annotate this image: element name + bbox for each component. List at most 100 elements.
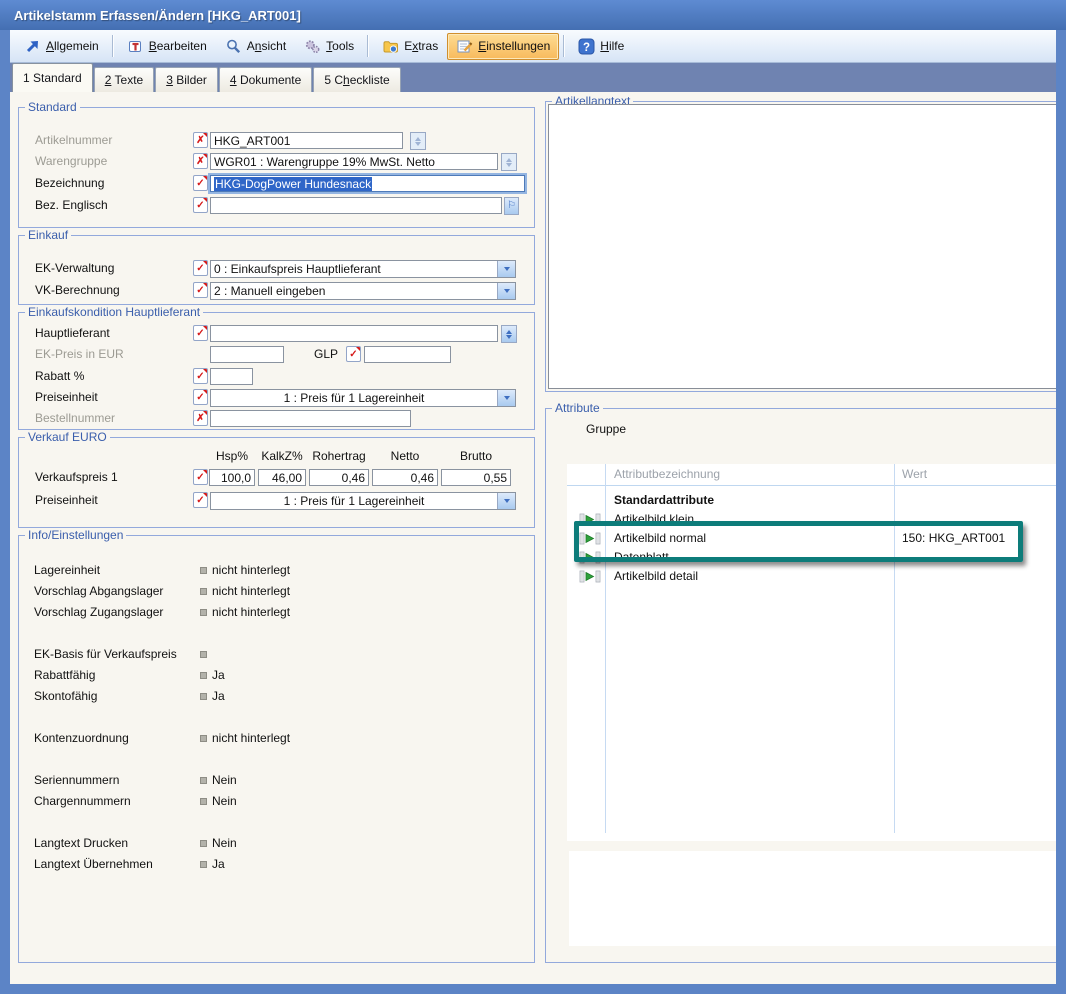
group-info: Info/Einstellungen Lagereinheitnicht hin… xyxy=(18,535,535,963)
x-icon[interactable]: ✗ xyxy=(193,410,208,426)
check-icon[interactable]: ✓ xyxy=(193,325,208,341)
vk-berechnung-select[interactable]: 2 : Manuell eingeben xyxy=(210,282,516,300)
ek-verwaltung-select[interactable]: 0 : Einkaufspreis Hauptlieferant xyxy=(210,260,516,278)
menu-item-label: Bearbeiten xyxy=(149,39,207,53)
info-label: Vorschlag Abgangslager xyxy=(34,583,163,599)
bullet-icon xyxy=(200,861,207,868)
check-icon[interactable]: ✓ xyxy=(193,389,208,405)
artikelnummer-input[interactable]: HKG_ART001 xyxy=(210,132,403,149)
info-value: Ja xyxy=(212,667,225,683)
info-value: Nein xyxy=(212,793,237,809)
bullet-icon xyxy=(200,693,207,700)
menu-item-extras[interactable]: Extras xyxy=(373,33,447,60)
brutto-input[interactable]: 0,55 xyxy=(441,469,511,486)
attribute-row-artikelbild-normal[interactable]: Artikelbild normal150: HKG_ART001 xyxy=(567,529,1056,548)
x-icon[interactable]: ✗ xyxy=(193,153,208,169)
bestellnummer-input[interactable] xyxy=(210,410,411,427)
menu-item-hilfe[interactable]: ?Hilfe xyxy=(569,33,633,60)
menu-item-tools[interactable]: Tools xyxy=(295,33,363,60)
ek-preis-input[interactable] xyxy=(210,346,284,363)
check-icon[interactable]: ✓ xyxy=(193,282,208,298)
rabatt-input[interactable] xyxy=(210,368,253,385)
warengruppe-input[interactable]: WGR01 : Warengruppe 19% MwSt. Netto xyxy=(210,153,498,170)
tab-1-standard[interactable]: 1 Standard xyxy=(12,63,93,92)
check-icon[interactable]: ✓ xyxy=(193,197,208,213)
group-attribute: Attribute Gruppe Attributbezeichnung Wer… xyxy=(545,408,1056,963)
folder-icon xyxy=(382,38,399,55)
attribute-name: Artikelbild klein xyxy=(614,510,694,528)
bestellnummer-label: Bestellnummer xyxy=(35,410,115,427)
menu-item-allgemein[interactable]: Allgemein xyxy=(15,33,108,60)
settings-form-icon xyxy=(456,38,473,55)
tab-3-bilder[interactable]: 3 Bilder xyxy=(155,67,218,92)
menu-item-bearbeiten[interactable]: Bearbeiten xyxy=(118,33,216,60)
dropdown-arrow-icon[interactable] xyxy=(497,261,515,277)
bez-englisch-input[interactable] xyxy=(210,197,502,214)
info-row-ek-basis-f-r-verkaufspreis: EK-Basis für Verkaufspreis xyxy=(19,646,534,667)
rohertrag-input[interactable]: 0,46 xyxy=(309,469,369,486)
info-value: nicht hinterlegt xyxy=(212,583,290,599)
check-icon[interactable]: ✓ xyxy=(193,260,208,276)
gears-icon xyxy=(304,38,321,55)
magnifier-icon xyxy=(225,38,242,55)
info-value: Ja xyxy=(212,688,225,704)
menu-item-einstellungen[interactable]: Einstellungen xyxy=(447,33,559,60)
attribute-name: Datenblatt xyxy=(614,548,669,566)
attribute-name: Standardattribute xyxy=(614,491,714,509)
bezeichnung-input[interactable]: HKG-DogPower Hundesnack xyxy=(210,175,525,192)
attribute-row-artikelbild-detail[interactable]: Artikelbild detail xyxy=(567,567,1056,586)
dropdown-arrow-icon[interactable] xyxy=(497,390,515,406)
vk-preiseinheit-select[interactable]: 1 : Preis für 1 Lagereinheit xyxy=(210,492,516,510)
dropdown-arrow-icon[interactable] xyxy=(497,283,515,299)
menu-item-label: Tools xyxy=(326,39,354,53)
bullet-icon xyxy=(200,840,207,847)
attribute-row-standardattribute: Standardattribute xyxy=(567,491,1056,510)
artikelnummer-spinner[interactable] xyxy=(410,132,426,150)
hsp-input[interactable]: 100,0 xyxy=(209,469,255,486)
gruppe-label: Gruppe xyxy=(586,421,626,438)
tab-2-texte[interactable]: 2 Texte xyxy=(94,67,155,92)
svg-text:?: ? xyxy=(583,41,590,53)
window-title: Artikelstamm Erfassen/Ändern [HKG_ART001… xyxy=(0,8,301,23)
group-verkauf-title: Verkauf EURO xyxy=(25,430,110,444)
tab-5-checkliste[interactable]: 5 Checkliste xyxy=(313,67,400,92)
tab-strip: 1 Standard2 Texte3 Bilder4 Dokumente5 Ch… xyxy=(10,63,1056,92)
dropdown-arrow-icon[interactable] xyxy=(497,493,515,509)
hauptlieferant-spinner[interactable] xyxy=(501,325,517,343)
attribute-row-datenblatt[interactable]: Datenblatt xyxy=(567,548,1056,567)
menu-item-label: Allgemein xyxy=(46,39,99,53)
x-icon[interactable]: ✗ xyxy=(193,132,208,148)
warengruppe-spinner[interactable] xyxy=(501,153,517,171)
col-brutto: Brutto xyxy=(460,449,492,463)
attribute-row-artikelbild-klein[interactable]: Artikelbild klein xyxy=(567,510,1056,529)
bezeichnung-label: Bezeichnung xyxy=(35,175,104,192)
bullet-icon xyxy=(200,651,207,658)
tab-4-dokumente[interactable]: 4 Dokumente xyxy=(219,67,312,92)
info-row-lagereinheit: Lagereinheitnicht hinterlegt xyxy=(19,562,534,583)
hauptlieferant-input[interactable] xyxy=(210,325,498,342)
flag-icon[interactable]: ⚐ xyxy=(504,197,519,215)
col-rohertrag: Rohertrag xyxy=(312,449,365,463)
check-icon[interactable]: ✓ xyxy=(193,469,208,485)
info-row-vorschlag-zugangslager: Vorschlag Zugangslagernicht hinterlegt xyxy=(19,604,534,625)
check-icon[interactable]: ✓ xyxy=(193,368,208,384)
info-row-skontof-hig: SkontofähigJa xyxy=(19,688,534,709)
menu-item-label: Einstellungen xyxy=(478,39,550,53)
edit-tool-icon xyxy=(127,38,144,55)
check-icon[interactable]: ✓ xyxy=(193,175,208,191)
group-langtext: Artikellangtext xyxy=(545,101,1056,392)
kalkz-input[interactable]: 46,00 xyxy=(258,469,306,486)
info-list: Lagereinheitnicht hinterlegtVorschlag Ab… xyxy=(19,536,534,877)
netto-input[interactable]: 0,46 xyxy=(372,469,438,486)
glp-input[interactable] xyxy=(364,346,451,363)
attribute-wert: 150: HKG_ART001 xyxy=(902,529,1005,547)
check-icon[interactable]: ✓ xyxy=(346,346,361,362)
menu-item-ansicht[interactable]: Ansicht xyxy=(216,33,295,60)
info-label: Vorschlag Zugangslager xyxy=(34,604,163,620)
check-icon[interactable]: ✓ xyxy=(193,492,208,508)
hauptlieferant-label: Hauptlieferant xyxy=(35,325,110,342)
rabatt-label: Rabatt % xyxy=(35,368,84,385)
langtext-textarea[interactable] xyxy=(548,104,1056,389)
titlebar: Artikelstamm Erfassen/Ändern [HKG_ART001… xyxy=(0,0,1066,30)
preiseinheit-select[interactable]: 1 : Preis für 1 Lagereinheit xyxy=(210,389,516,407)
